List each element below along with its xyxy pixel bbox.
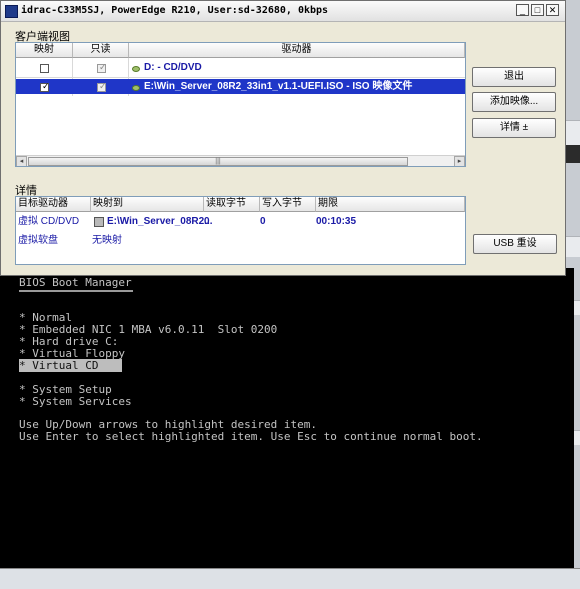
- bios-console[interactable]: BIOS Boot Manager * Normal * Embedded NI…: [8, 268, 574, 568]
- boot-item-virtual-cd[interactable]: * Virtual CD: [19, 359, 123, 372]
- horizontal-scrollbar[interactable]: ◂ ||| ▸: [16, 155, 465, 166]
- duration: 00:10:35: [316, 216, 357, 227]
- readonly-checkbox[interactable]: ✓: [97, 62, 107, 73]
- mapped-to: E:\Win_Server_08R2...: [107, 216, 213, 227]
- drive-name: E:\Win_Server_08R2_33in1_v1.1-UEFI.ISO -…: [144, 81, 413, 92]
- scrollbar-thumb[interactable]: |||: [28, 157, 408, 166]
- usb-reset-button[interactable]: USB 重设: [473, 234, 557, 254]
- title-bar[interactable]: idrac-C33M5SJ, PowerEdge R210, User:sd-3…: [1, 1, 565, 22]
- column-header-duration[interactable]: 期限: [316, 197, 465, 212]
- boot-item-virtual-cd-label: * Virtual CD: [19, 359, 123, 372]
- drive-icon: [94, 217, 104, 227]
- table-row[interactable]: ✓ ✓ E:\Win_Server_08R2_33in1_v1.1-UEFI.I…: [16, 78, 465, 96]
- cd-drive-icon: [131, 63, 141, 73]
- column-header-mapped-to[interactable]: 映射到: [91, 197, 204, 212]
- details-toggle-button[interactable]: 详情 ±: [472, 118, 556, 138]
- bytes-read: 0: [204, 216, 210, 227]
- mapped-checkbox[interactable]: ✓: [40, 81, 50, 92]
- details-table: 目标驱动器 映射到 读取字节 写入字节 期限 虚拟 CD/DVD E:\Win_…: [15, 196, 466, 265]
- background-taskbar: [0, 568, 580, 589]
- boot-item-system-services[interactable]: * System Services: [19, 396, 132, 408]
- column-header-drive[interactable]: 驱动器: [129, 43, 465, 58]
- check-icon: ✓: [99, 62, 107, 72]
- readonly-checkbox[interactable]: ✓: [97, 81, 107, 92]
- target-drive: 虚拟软盘: [18, 235, 58, 246]
- column-header-bytes-written[interactable]: 写入字节: [260, 197, 316, 212]
- exit-button[interactable]: 退出: [472, 67, 556, 87]
- column-header-readonly[interactable]: 只读: [73, 43, 129, 58]
- column-header-bytes-read[interactable]: 读取字节: [204, 197, 260, 212]
- iso-image-icon: [131, 82, 141, 92]
- bytes-written: 0: [260, 216, 266, 227]
- target-drive: 虚拟 CD/DVD: [18, 216, 80, 227]
- check-icon: ✓: [42, 81, 50, 91]
- maximize-button[interactable]: □: [531, 4, 544, 16]
- scroll-right-icon[interactable]: ▸: [454, 156, 465, 166]
- window-title: idrac-C33M5SJ, PowerEdge R210, User:sd-3…: [21, 5, 329, 16]
- console-title: BIOS Boot Manager: [19, 276, 132, 289]
- console-title-underline: [19, 290, 133, 292]
- table-row[interactable]: 虚拟 CD/DVD E:\Win_Server_08R2... 0 0 00:1…: [16, 214, 465, 232]
- client-view-table: 映射 只读 驱动器 ✓ D: - CD/DVD ✓ ✓ E:\Win_Serve…: [15, 42, 466, 167]
- minimize-button[interactable]: _: [516, 4, 529, 16]
- console-help-line-2: Use Enter to select highlighted item. Us…: [19, 430, 483, 443]
- app-icon: [5, 5, 18, 18]
- close-button[interactable]: ✕: [546, 4, 559, 16]
- scroll-left-icon[interactable]: ◂: [16, 156, 27, 166]
- drive-name: D: - CD/DVD: [144, 62, 202, 73]
- column-header-target-drive[interactable]: 目标驱动器: [16, 197, 91, 212]
- mapped-checkbox[interactable]: [40, 64, 49, 73]
- table-row[interactable]: 虚拟软盘 无映射: [16, 233, 465, 251]
- add-image-button[interactable]: 添加映像...: [472, 92, 556, 112]
- column-header-mapped[interactable]: 映射: [16, 43, 73, 58]
- table-row[interactable]: ✓ D: - CD/DVD: [16, 59, 465, 77]
- virtual-media-dialog: idrac-C33M5SJ, PowerEdge R210, User:sd-3…: [0, 0, 566, 276]
- check-icon: ✓: [99, 81, 107, 91]
- mapped-to: 无映射: [92, 235, 122, 246]
